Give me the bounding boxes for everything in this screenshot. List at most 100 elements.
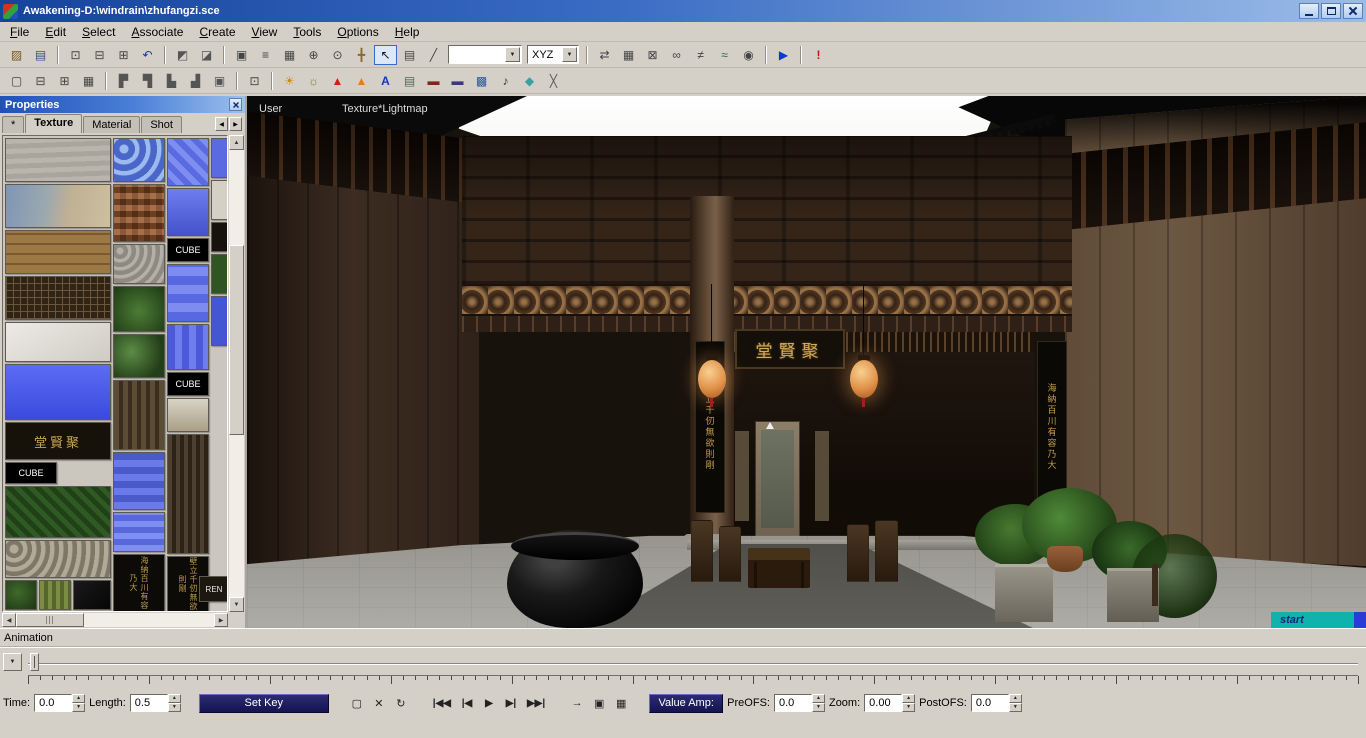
run-scene-icon[interactable]: ! — [807, 45, 830, 65]
texture-lattice-window[interactable] — [5, 276, 111, 320]
text-tool-icon[interactable]: A — [374, 71, 397, 91]
frame-top-left-icon[interactable]: ▛ — [112, 71, 135, 91]
texture-concrete[interactable] — [5, 138, 111, 182]
texture-basket-weave[interactable] — [113, 184, 165, 242]
texture-blue-small-2[interactable] — [211, 296, 228, 346]
zoom-extents-icon[interactable]: ⊙ — [326, 45, 349, 65]
vehicle-b-icon[interactable]: ▬ — [446, 71, 469, 91]
texture-dark-small[interactable] — [211, 222, 228, 252]
animation-track-dropdown[interactable]: ▼ — [3, 653, 22, 671]
texture-blue-floral[interactable] — [113, 138, 165, 182]
texture-shoreline[interactable] — [5, 184, 111, 228]
billboard-icon[interactable]: ▤ — [398, 71, 421, 91]
close-button[interactable] — [1343, 3, 1363, 19]
next-key-button[interactable]: ▶| — [501, 693, 521, 713]
tab-asterisk[interactable]: * — [2, 116, 24, 133]
zoom-up-button[interactable]: ▲ — [902, 694, 915, 703]
gem-icon[interactable]: ◆ — [518, 71, 541, 91]
play-button[interactable]: ▶ — [479, 693, 499, 713]
region-select-icon[interactable]: ⊡ — [243, 71, 266, 91]
texture-blue-pattern-1[interactable] — [167, 138, 209, 186]
texture-pebbles[interactable] — [5, 540, 111, 578]
wrench-icon[interactable]: ╳ — [542, 71, 565, 91]
flame-icon[interactable]: ▲ — [326, 71, 349, 91]
time-down-button[interactable]: ▼ — [72, 703, 85, 712]
preofs-down-button[interactable]: ▼ — [812, 703, 825, 712]
texture-blue-script-2[interactable] — [113, 512, 165, 552]
scroll-right-icon[interactable]: ▶ — [214, 613, 228, 627]
tab-scroll-right-button[interactable]: ▶ — [229, 117, 242, 131]
menu-create[interactable]: Create — [191, 23, 243, 41]
select-by-name-icon[interactable]: ▤ — [398, 45, 421, 65]
tab-scroll-left-button[interactable]: ◀ — [215, 117, 228, 131]
frame-bottom-right-icon[interactable]: ▟ — [184, 71, 207, 91]
go-first-button[interactable]: |◀◀ — [429, 693, 455, 713]
tab-shot[interactable]: Shot — [141, 116, 182, 133]
mirror-icon[interactable]: ⇄ — [593, 45, 616, 65]
texture-plaque-board[interactable]: 堂賢聚 — [5, 422, 111, 460]
frame-bottom-left-icon[interactable]: ▙ — [160, 71, 183, 91]
zoom-down-button[interactable]: ▼ — [902, 703, 915, 712]
layout-two-icon[interactable]: ⊟ — [29, 71, 52, 91]
layout-four-icon[interactable]: ▦ — [77, 71, 100, 91]
go-last-button[interactable]: ▶▶| — [523, 693, 549, 713]
play-animation-icon[interactable]: ▶ — [772, 45, 795, 65]
copy-view-icon[interactable]: ▣ — [230, 45, 253, 65]
menu-tools[interactable]: Tools — [285, 23, 329, 41]
postofs-down-button[interactable]: ▼ — [1009, 703, 1022, 712]
layer-list-icon[interactable]: ≡ — [254, 45, 277, 65]
texture-blue-pattern-4[interactable] — [167, 324, 209, 370]
zoom-value[interactable]: 0.00 — [864, 694, 902, 712]
texture-white-small[interactable] — [211, 180, 228, 220]
menu-associate[interactable]: Associate — [123, 23, 191, 41]
material-editor-icon[interactable]: ◩ — [171, 45, 194, 65]
lock-selection-icon[interactable]: ⊠ — [641, 45, 664, 65]
texture-hedge[interactable] — [5, 486, 111, 538]
new-key-icon[interactable]: ▢ — [347, 693, 367, 713]
lightmap-editor-icon[interactable]: ◪ — [195, 45, 218, 65]
length-up-button[interactable]: ▲ — [168, 694, 181, 703]
timeline-slider-handle[interactable] — [30, 653, 39, 671]
postofs-value[interactable]: 0.0 — [971, 694, 1009, 712]
copy-keys-icon[interactable]: ▣ — [589, 693, 609, 713]
merge-icon[interactable]: ⊞ — [112, 45, 135, 65]
sound-icon[interactable]: ♪ — [494, 71, 517, 91]
texture-scroll-art[interactable] — [167, 398, 209, 432]
length-value[interactable]: 0.5 — [130, 694, 168, 712]
texture-blue-script-1[interactable] — [113, 452, 165, 510]
texture-grid-vscrollbar[interactable]: ▲ ▼ — [229, 135, 244, 612]
chevron-down-icon[interactable]: ▼ — [505, 47, 520, 62]
value-amp-button[interactable]: Value Amp: — [649, 694, 723, 713]
menu-view[interactable]: View — [244, 23, 286, 41]
texture-bamboo[interactable] — [39, 580, 71, 610]
lightmap-grid-icon[interactable]: ▩ — [470, 71, 493, 91]
sunlight-icon[interactable]: ☀ — [278, 71, 301, 91]
time-up-button[interactable]: ▲ — [72, 694, 85, 703]
texture-cube-1[interactable]: CUBE — [5, 462, 57, 484]
texture-couplet-right[interactable]: 海納百川有容乃大 — [113, 554, 165, 612]
postofs-up-button[interactable]: ▲ — [1009, 694, 1022, 703]
texture-shrubs[interactable] — [113, 286, 165, 332]
delete-key-icon[interactable]: ✕ — [369, 693, 389, 713]
layout-single-icon[interactable]: ▢ — [5, 71, 28, 91]
menu-edit[interactable]: Edit — [37, 23, 74, 41]
preofs-value[interactable]: 0.0 — [774, 694, 812, 712]
maximize-button[interactable] — [1321, 3, 1341, 19]
texture-blue-pattern-2[interactable] — [167, 188, 209, 236]
layout-three-icon[interactable]: ⊞ — [53, 71, 76, 91]
texture-grid-hscrollbar[interactable]: ◀ ▶ — [2, 613, 228, 627]
texture-cube-2[interactable]: CUBE — [167, 238, 209, 262]
link-icon[interactable]: ∞ — [665, 45, 688, 65]
texture-bark[interactable] — [113, 380, 165, 450]
array-icon[interactable]: ▦ — [617, 45, 640, 65]
pan-icon[interactable]: ╋ — [350, 45, 373, 65]
texture-green-small[interactable] — [211, 254, 228, 294]
timeline-track[interactable] — [28, 663, 1358, 665]
set-key-button[interactable]: Set Key — [199, 694, 329, 713]
scroll-left-icon[interactable]: ◀ — [2, 613, 16, 627]
title-bar[interactable]: Awakening-D:\windrain\zhufangzi.sce — [0, 0, 1366, 22]
texture-render-label[interactable]: REN — [199, 576, 228, 602]
viewport[interactable]: 堂賢聚 壁立千仞無欲則剛 海納百川有容乃大 — [247, 96, 1366, 628]
texture-moss[interactable] — [5, 580, 37, 610]
preofs-up-button[interactable]: ▲ — [812, 694, 825, 703]
